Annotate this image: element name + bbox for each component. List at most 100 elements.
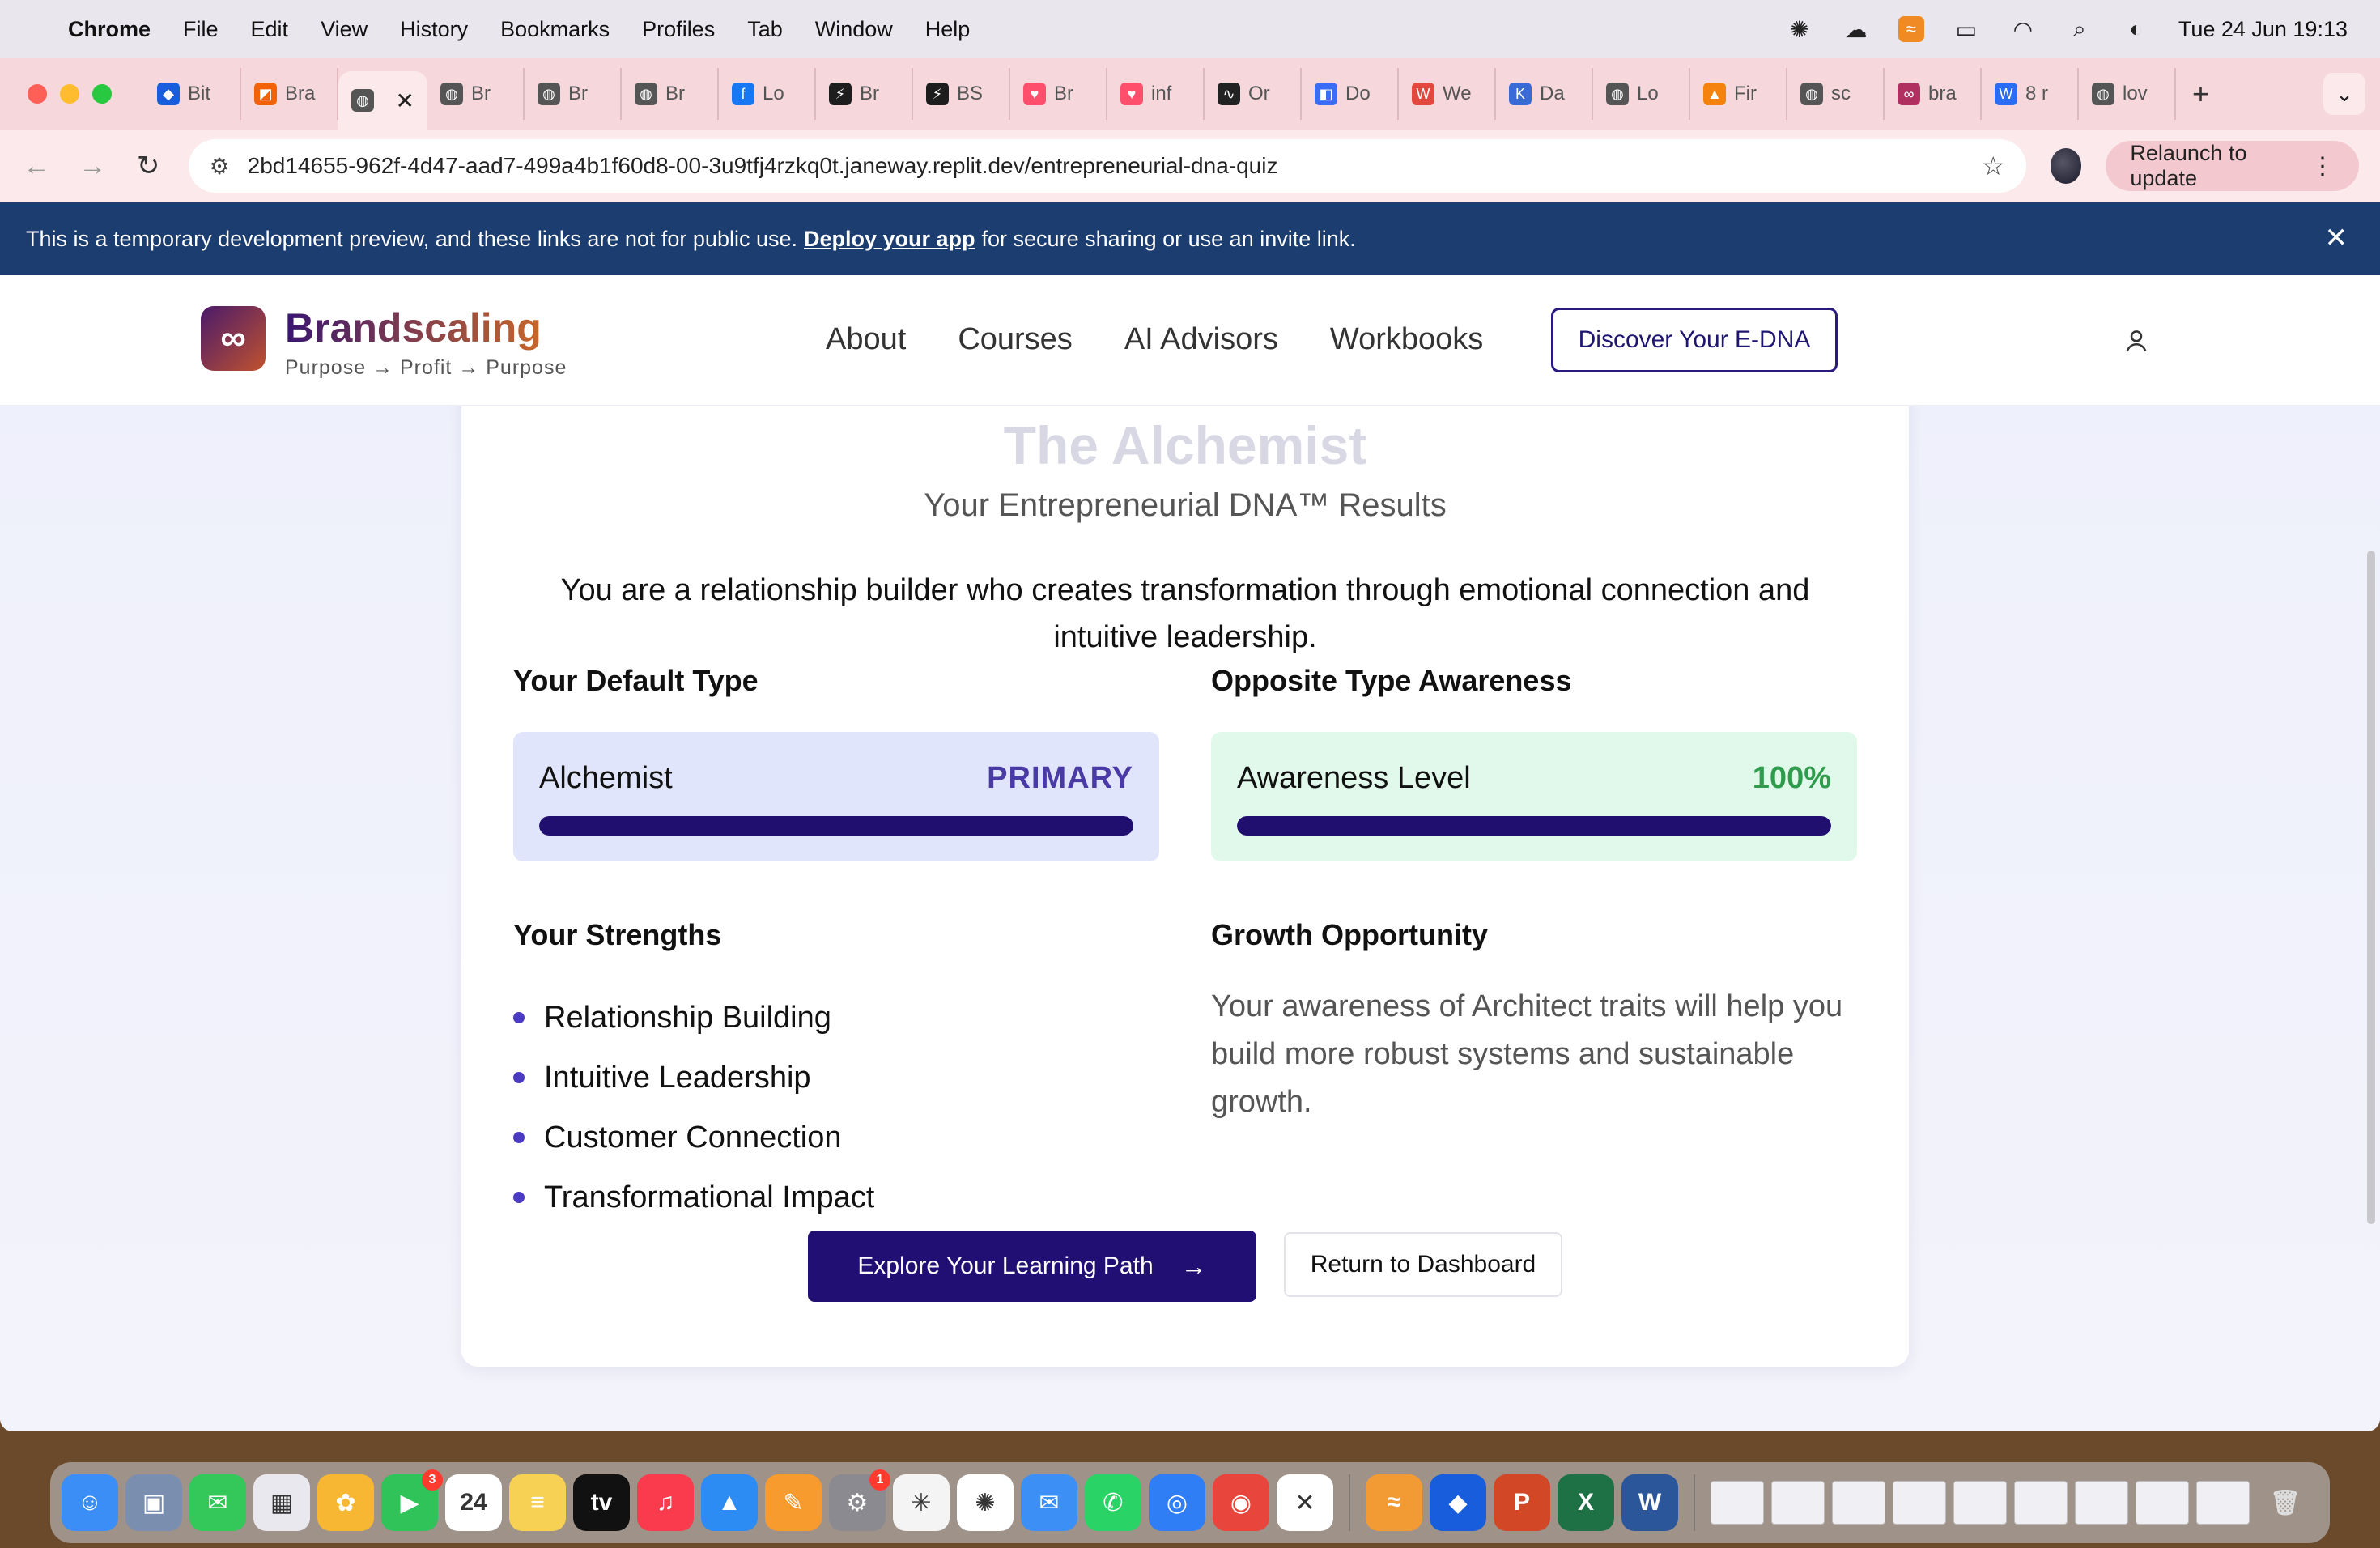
browser-tab[interactable]: ◍ Br [622,68,719,120]
safari-icon[interactable]: ◎ [1149,1474,1205,1531]
browser-tab[interactable]: ∞ bra [1885,68,1982,120]
url-text[interactable]: 2bd14655-962f-4d47-aad7-499a4b1f60d8-00-… [248,153,1964,179]
browser-tab[interactable]: ⚡ BS [913,68,1010,120]
browser-tab[interactable]: ◍ Br [525,68,622,120]
forward-button[interactable]: → [77,151,108,182]
cloud-sync-icon[interactable]: ☁ [1842,17,1871,42]
sublime-menubar-icon[interactable]: ≈ [1898,16,1924,42]
minimized-window-thumbnail[interactable] [1711,1481,1764,1525]
trash-icon[interactable]: 🗑 [2257,1474,2314,1531]
minimized-window-thumbnail[interactable] [2075,1481,2128,1525]
minimize-window-button[interactable] [60,84,79,104]
relaunch-button[interactable]: Relaunch to update ⋮ [2106,141,2360,191]
mail-alt-icon[interactable]: ✕ [1277,1474,1333,1531]
reload-button[interactable]: ↻ [133,150,164,182]
facetime-icon[interactable]: ▶ 3 [381,1469,443,1531]
control-center-icon[interactable]: ◐ [2122,16,2151,41]
menu-window[interactable]: Window [815,17,893,42]
chrome-icon[interactable]: ◉ [1213,1474,1269,1531]
browser-tab[interactable]: K Da [1496,68,1593,120]
browser-tab[interactable]: ◍ Br [427,68,525,120]
browser-tab[interactable]: ◆ Bit [144,68,241,120]
menu-tab[interactable]: Tab [747,17,783,42]
appletv-icon[interactable]: tv [573,1474,630,1531]
close-banner-icon[interactable]: ✕ [2325,222,2348,254]
nav-ai-advisors[interactable]: AI Advisors [1124,322,1278,357]
battery-icon[interactable]: ▭ [1952,17,1981,42]
minimized-window-thumbnail[interactable] [1771,1481,1825,1525]
minimized-window-thumbnail[interactable] [1953,1481,2007,1525]
browser-tab[interactable]: W We [1399,68,1496,120]
music-icon[interactable]: ♫ [637,1474,694,1531]
browser-tab[interactable]: ◍ sc [1787,68,1885,120]
browser-tab[interactable]: ◩ Bra [241,68,338,120]
browser-tab[interactable]: ◍ lov [2079,68,2176,120]
address-bar[interactable]: ⚙ 2bd14655-962f-4d47-aad7-499a4b1f60d8-0… [188,139,2026,193]
excel-icon[interactable]: X [1558,1474,1614,1531]
chatgpt-menubar-icon[interactable]: ✺ [1785,17,1814,42]
back-button[interactable]: ← [21,151,53,182]
whatsapp-icon[interactable]: ✆ [1085,1474,1141,1531]
keynote-icon[interactable]: ▲ [701,1474,758,1531]
minimized-window-thumbnail[interactable] [1893,1481,1946,1525]
word-icon[interactable]: W [1621,1474,1678,1531]
browser-tab[interactable]: f Lo [719,68,816,120]
mail-icon[interactable]: ✉ [1021,1474,1077,1531]
bookmark-star-icon[interactable]: ☆ [1982,151,2005,181]
menu-edit[interactable]: Edit [251,17,289,42]
preview-icon[interactable]: ▣ [125,1474,182,1531]
chatgpt-icon[interactable]: ✺ [957,1474,1014,1531]
close-tab-icon[interactable]: ✕ [396,87,414,114]
menu-help[interactable]: Help [925,17,971,42]
browser-tab[interactable]: ▲ Fir [1690,68,1787,120]
menubar-clock[interactable]: Tue 24 Jun 19:13 [2178,17,2348,42]
browser-tab[interactable]: ◍ ✕ [338,71,427,130]
user-account-icon[interactable] [2123,327,2150,355]
sublime-icon[interactable]: ≈ [1366,1474,1422,1531]
browser-tab[interactable]: ♥ Br [1010,68,1107,120]
minimized-window-thumbnail[interactable] [2196,1481,2250,1525]
menu-profiles[interactable]: Profiles [642,17,715,42]
site-info-icon[interactable]: ⚙ [210,153,230,180]
zoom-window-button[interactable] [92,84,112,104]
discover-edna-button[interactable]: Discover Your E-DNA [1551,308,1838,372]
return-dashboard-button[interactable]: Return to Dashboard [1284,1232,1562,1297]
browser-tab[interactable]: ◍ Lo [1593,68,1690,120]
new-tab-button[interactable]: + [2192,77,2209,111]
menu-app-name[interactable]: Chrome [68,17,151,42]
claude-icon[interactable]: ✳ [893,1474,950,1531]
menu-history[interactable]: History [400,17,468,42]
vertical-scrollbar[interactable] [2367,551,2375,1224]
spotlight-search-icon[interactable]: ⌕ [2065,16,2094,41]
more-menu-icon[interactable]: ⋮ [2310,152,2335,181]
nav-workbooks[interactable]: Workbooks [1330,322,1483,357]
brand-name[interactable]: Brandscaling [285,304,542,351]
deploy-app-link[interactable]: Deploy your app [804,227,975,252]
powerpoint-icon[interactable]: P [1494,1474,1550,1531]
minimized-window-thumbnail[interactable] [2014,1481,2068,1525]
wifi-icon[interactable]: ◠ [2008,17,2038,42]
minimized-window-thumbnail[interactable] [2136,1481,2189,1525]
tab-search-button[interactable]: ⌄ [2323,73,2365,115]
notes-icon[interactable]: ≡ [509,1474,566,1531]
menu-bookmarks[interactable]: Bookmarks [500,17,610,42]
nav-about[interactable]: About [826,322,906,357]
photos-icon[interactable]: ✿ [317,1474,374,1531]
bitwarden-icon[interactable]: ◆ [1430,1474,1486,1531]
finder-icon[interactable]: ☺ [62,1474,118,1531]
system-settings-icon[interactable]: ⚙ 1 [829,1469,890,1531]
nav-courses[interactable]: Courses [958,322,1073,357]
close-window-button[interactable] [28,84,47,104]
browser-tab[interactable]: ⚡ Br [816,68,913,120]
browser-tab[interactable]: ♥ inf [1107,68,1205,120]
menu-view[interactable]: View [321,17,368,42]
launchpad-icon[interactable]: ▦ [253,1474,310,1531]
browser-tab[interactable]: ◧ Do [1302,68,1399,120]
pages-icon[interactable]: ✎ [765,1474,822,1531]
brand-logo-icon[interactable]: ∞ [201,306,266,371]
browser-tab[interactable]: W 8 r [1982,68,2079,120]
menu-file[interactable]: File [183,17,219,42]
messages-icon[interactable]: ✉ [189,1474,246,1531]
browser-tab[interactable]: ∿ Or [1205,68,1302,120]
minimized-window-thumbnail[interactable] [1832,1481,1885,1525]
